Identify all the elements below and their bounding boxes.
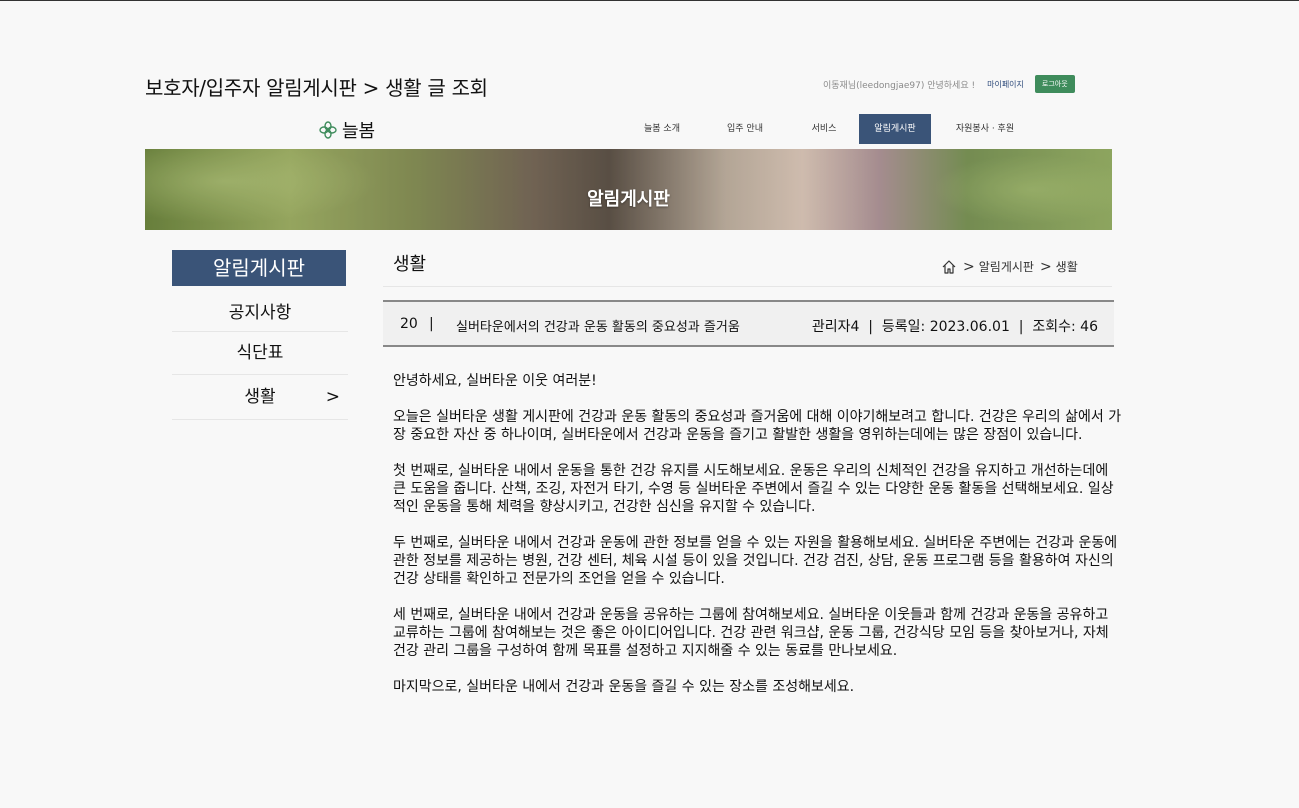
logo[interactable]: 늘봄 bbox=[319, 117, 375, 143]
logo-text: 늘봄 bbox=[342, 121, 376, 142]
post-paragraph: 안녕하세요, 실버타운 이웃 여러분! bbox=[393, 373, 597, 389]
section-title: 생활 bbox=[393, 254, 427, 275]
user-greeting: 이동재님(leedongjae97) 안녕하세요 ! bbox=[823, 80, 976, 91]
sidebar-item-label: 생활 bbox=[244, 387, 276, 407]
nav-item-notice-board[interactable]: 알림게시판 bbox=[859, 114, 931, 144]
sidebar-header: 알림게시판 bbox=[172, 250, 346, 286]
page-title: 보호자/입주자 알림게시판 > 생활 글 조회 bbox=[145, 76, 488, 100]
nav-item-service[interactable]: 서비스 bbox=[794, 114, 854, 144]
breadcrumb-item-life[interactable]: 생활 bbox=[1056, 258, 1078, 275]
sidebar-item-label: 식단표 bbox=[236, 343, 284, 363]
user-bar: 이동재님(leedongjae97) 안녕하세요 ! 마이페이지 로그아웃 bbox=[823, 75, 1075, 93]
post-title: 실버타운에서의 건강과 운동 활동의 중요성과 즐거움 bbox=[456, 320, 740, 335]
home-icon[interactable] bbox=[941, 259, 957, 275]
breadcrumb-separator: > bbox=[1039, 258, 1052, 275]
nav-item-admission[interactable]: 입주 안내 bbox=[696, 114, 794, 144]
hero-banner: 알림게시판 bbox=[145, 149, 1112, 230]
sidebar-item-notice[interactable]: 공지사항 bbox=[172, 299, 348, 332]
logout-button[interactable]: 로그아웃 bbox=[1034, 75, 1075, 93]
post-paragraph: 첫 번째로, 실버타운 내에서 운동을 통한 건강 유지를 시도해보세요. 운동… bbox=[393, 463, 1114, 515]
post-meta: 관리자4 | 등록일: 2023.06.01 | 조회수: 46 bbox=[811, 319, 1098, 335]
post-divider: | bbox=[429, 316, 434, 332]
chevron-right-icon: > bbox=[325, 387, 340, 407]
post-paragraph: 세 번째로, 실버타운 내에서 건강과 운동을 공유하는 그룹에 참여해보세요.… bbox=[393, 607, 1109, 659]
post-paragraph: 오늘은 실버타운 생활 게시판에 건강과 운동 활동의 중요성과 즐거움에 대해… bbox=[393, 409, 1122, 443]
breadcrumb-separator: > bbox=[963, 258, 975, 275]
post-body: 안녕하세요, 실버타운 이웃 여러분! 오늘은 실버타운 생활 게시판에 건강과… bbox=[393, 372, 1123, 714]
main-nav: 늘봄 소개 입주 안내 서비스 알림게시판 자원봉사 · 후원 bbox=[628, 114, 1039, 144]
sidebar-item-menu[interactable]: 식단표 bbox=[172, 332, 348, 375]
breadcrumb: > 알림게시판 > 생활 bbox=[941, 258, 1078, 275]
sidebar-item-life[interactable]: 생활 > bbox=[172, 375, 348, 420]
post-paragraph: 마지막으로, 실버타운 내에서 건강과 운동을 즐길 수 있는 장소를 조성해보… bbox=[393, 679, 855, 695]
sidebar-item-label: 공지사항 bbox=[228, 303, 292, 323]
banner-title: 알림게시판 bbox=[587, 189, 670, 210]
nav-item-volunteer[interactable]: 자원봉사 · 후원 bbox=[931, 114, 1039, 144]
breadcrumb-item-notice-board[interactable]: 알림게시판 bbox=[979, 258, 1034, 275]
title-divider bbox=[383, 286, 1112, 287]
nav-item-about[interactable]: 늘봄 소개 bbox=[628, 114, 696, 144]
post-paragraph: 두 번째로, 실버타운 내에서 건강과 운동에 관한 정보를 얻을 수 있는 자… bbox=[393, 535, 1118, 587]
clover-logo-icon bbox=[319, 121, 337, 139]
post-number: 20 bbox=[400, 316, 418, 332]
mypage-link[interactable]: 마이페이지 bbox=[987, 79, 1024, 90]
post-header: 20 | 실버타운에서의 건강과 운동 활동의 중요성과 즐거움 관리자4 | … bbox=[383, 300, 1114, 347]
